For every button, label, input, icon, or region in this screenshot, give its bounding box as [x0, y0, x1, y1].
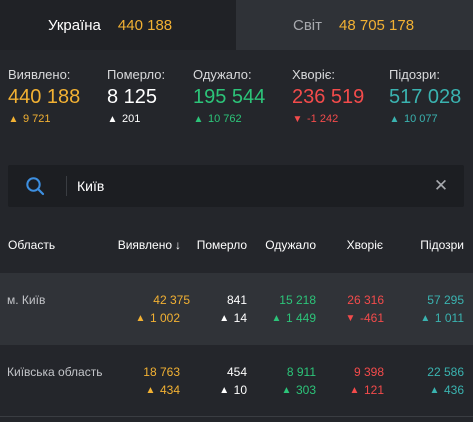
tab-ukraine[interactable]: Україна 440 188 — [0, 0, 236, 50]
tab-world-label: Світ — [293, 16, 323, 34]
stat-sick: Хворіє: 236 519 ▼ -1 242 — [292, 67, 364, 125]
arrow-up-icon: ▲ — [271, 312, 282, 324]
table-header: Область Виявлено ↓ Померло Одужало Хворіє… — [0, 232, 473, 260]
tab-world[interactable]: Світ 48 705 178 — [236, 0, 473, 50]
recovered-delta-value: 1 449 — [285, 311, 316, 325]
region-tabs: Україна 440 188 Світ 48 705 178 — [0, 0, 473, 50]
arrow-up-icon: ▲ — [420, 312, 431, 324]
stat-confirmed: Виявлено: 440 188 ▲ 9 721 — [8, 67, 80, 125]
header-suspected[interactable]: Підозри — [420, 238, 464, 252]
arrow-up-icon: ▲ — [107, 113, 118, 125]
stat-value: 517 028 — [389, 86, 462, 108]
recovered-delta: ▲ 303 — [281, 383, 316, 397]
arrow-up-icon: ▲ — [219, 312, 230, 324]
stat-delta: ▲ 10 077 — [389, 113, 461, 125]
header-confirmed[interactable]: Виявлено ↓ — [118, 238, 181, 252]
suspected-delta: ▲ 436 — [429, 383, 464, 397]
stat-label: Померло: — [107, 67, 166, 82]
header-confirmed-label: Виявлено — [117, 238, 172, 252]
stat-delta: ▼ -1 242 — [292, 113, 364, 125]
header-region[interactable]: Область — [8, 238, 55, 252]
recovered-value: 15 218 — [279, 293, 316, 307]
stat-label: Виявлено: — [8, 67, 71, 82]
arrow-up-icon: ▲ — [193, 113, 204, 125]
arrow-up-icon: ▲ — [429, 384, 440, 396]
arrow-up-icon: ▲ — [281, 384, 292, 396]
stat-value: 195 544 — [193, 86, 266, 108]
region-name: м. Київ — [7, 293, 46, 307]
suspected-value: 57 295 — [427, 293, 464, 307]
arrow-down-icon: ▼ — [292, 113, 303, 125]
summary-stats: Виявлено: 440 188 ▲ 9 721 Померло: 8 125 … — [0, 67, 473, 137]
stat-delta-value: 10 077 — [404, 113, 438, 125]
suspected-delta: ▲ 1 011 — [420, 311, 464, 325]
arrow-up-icon: ▲ — [219, 384, 230, 396]
sick-delta-value: -461 — [359, 311, 384, 325]
sick-delta-value: 121 — [363, 383, 384, 397]
stat-label: Хворіє: — [292, 67, 336, 82]
tab-ukraine-value: 440 188 — [117, 16, 173, 34]
deaths-value: 841 — [226, 293, 247, 307]
recovered-delta: ▲ 1 449 — [271, 311, 316, 325]
stat-value: 236 519 — [292, 86, 365, 108]
close-icon[interactable]: ✕ — [432, 176, 450, 195]
header-sick[interactable]: Хворіє — [347, 238, 383, 252]
sick-value: 26 316 — [347, 293, 384, 307]
stat-suspected: Підозри: 517 028 ▲ 10 077 — [389, 67, 461, 125]
suspected-value: 22 586 — [427, 365, 464, 379]
search-divider — [66, 176, 67, 196]
suspected-delta-value: 1 011 — [434, 311, 464, 325]
sort-down-icon: ↓ — [175, 238, 181, 252]
confirmed-delta: ▲ 1 002 — [135, 311, 180, 325]
recovered-delta-value: 303 — [295, 383, 316, 397]
stat-label: Підозри: — [389, 67, 440, 82]
stat-label: Одужало: — [193, 67, 252, 82]
stat-value: 440 188 — [8, 86, 81, 108]
stat-delta: ▲ 9 721 — [8, 113, 80, 125]
sick-delta: ▼ -461 — [345, 311, 384, 325]
arrow-up-icon: ▲ — [145, 384, 156, 396]
deaths-delta: ▲ 10 — [219, 383, 247, 397]
table-row[interactable]: Київська область 18 763 ▲ 434 454 ▲ 10 8 9… — [0, 345, 473, 417]
stat-delta-value: 9 721 — [23, 113, 51, 125]
tab-ukraine-label: Україна — [48, 16, 101, 34]
stat-delta-value: 201 — [122, 113, 141, 125]
region-name: Київська область — [7, 365, 103, 379]
stat-deaths: Померло: 8 125 ▲ 201 — [107, 67, 165, 125]
sick-value: 9 398 — [353, 365, 384, 379]
deaths-delta: ▲ 14 — [219, 311, 247, 325]
confirmed-value: 42 375 — [153, 293, 190, 307]
suspected-delta-value: 436 — [443, 383, 464, 397]
stat-delta-value: -1 242 — [307, 113, 339, 125]
search-input[interactable] — [69, 171, 409, 201]
stat-delta-value: 10 762 — [208, 113, 242, 125]
tab-world-value: 48 705 178 — [339, 16, 415, 34]
table-row[interactable]: м. Київ 42 375 ▲ 1 002 841 ▲ 14 15 218 ▲ 1 … — [0, 273, 473, 345]
arrow-up-icon: ▲ — [349, 384, 360, 396]
recovered-value: 8 911 — [286, 365, 316, 379]
arrow-down-icon: ▼ — [345, 312, 356, 324]
header-deaths[interactable]: Померло — [197, 238, 247, 252]
deaths-delta-value: 10 — [233, 383, 247, 397]
arrow-up-icon: ▲ — [8, 113, 19, 125]
stat-delta: ▲ 201 — [107, 113, 165, 125]
confirmed-delta: ▲ 434 — [145, 383, 180, 397]
confirmed-value: 18 763 — [143, 365, 180, 379]
stat-value: 8 125 — [107, 86, 158, 108]
confirmed-delta-value: 434 — [159, 383, 180, 397]
sick-delta: ▲ 121 — [349, 383, 384, 397]
stat-delta: ▲ 10 762 — [193, 113, 265, 125]
search-icon[interactable] — [25, 176, 45, 196]
arrow-up-icon: ▲ — [389, 113, 400, 125]
deaths-value: 454 — [226, 365, 247, 379]
confirmed-delta-value: 1 002 — [149, 311, 180, 325]
deaths-delta-value: 14 — [233, 311, 247, 325]
header-recovered[interactable]: Одужало — [265, 238, 316, 252]
arrow-up-icon: ▲ — [135, 312, 146, 324]
stat-recovered: Одужало: 195 544 ▲ 10 762 — [193, 67, 265, 125]
search-bar: ✕ — [8, 165, 464, 207]
